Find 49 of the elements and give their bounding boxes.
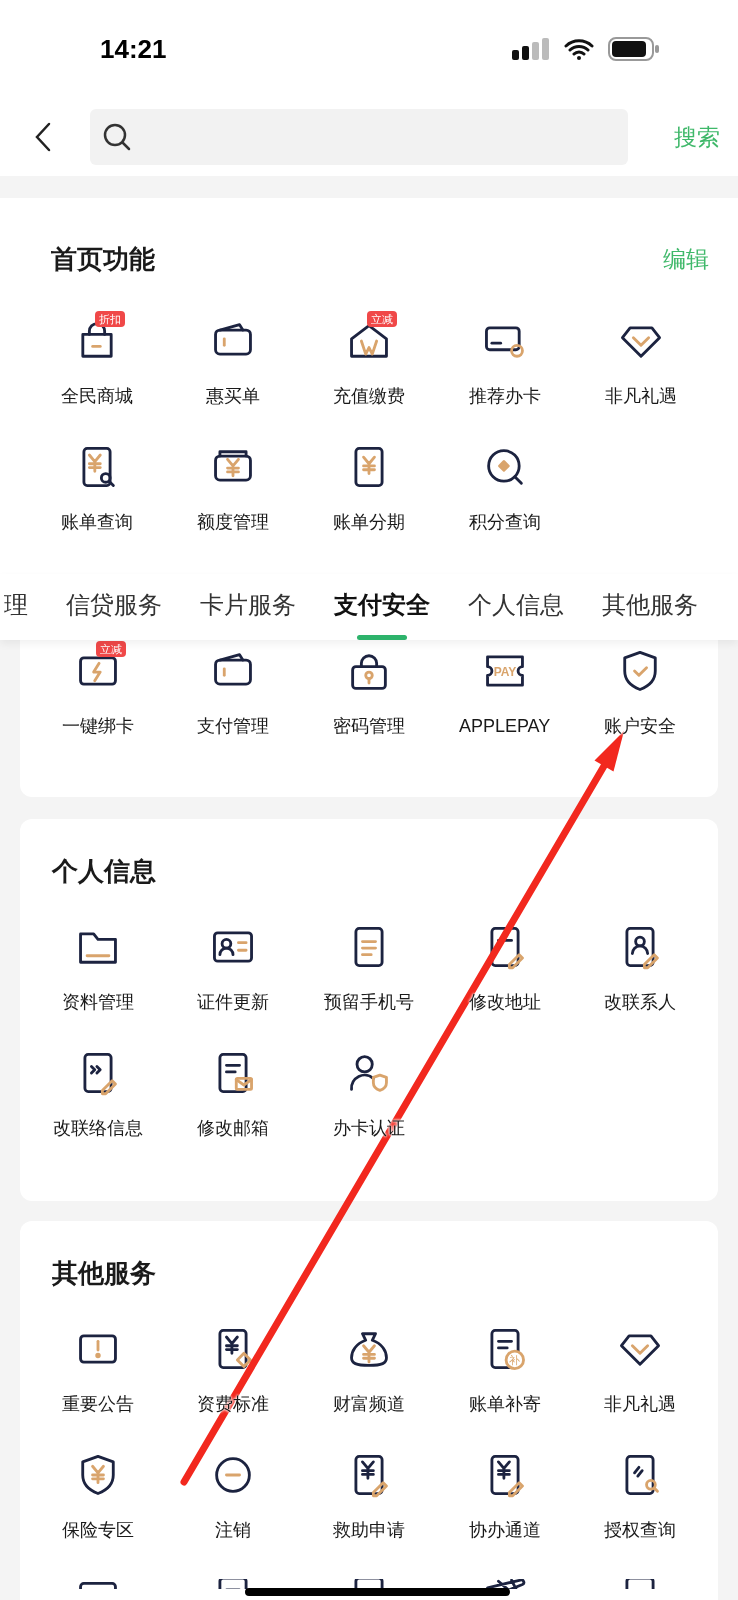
menu-item-label[interactable]: 改联系人: [604, 988, 677, 1015]
menu-item-label[interactable]: 非凡礼遇: [605, 382, 677, 409]
category-tab[interactable]: 其他服务: [602, 589, 698, 640]
battery-icon: [608, 37, 660, 61]
menu-item-label[interactable]: 账户安全: [604, 712, 677, 739]
menu-item-label[interactable]: 账单分期: [333, 508, 405, 535]
section-title: 个人信息: [51, 854, 157, 887]
menu-item-label[interactable]: 修改地址: [468, 988, 541, 1015]
signal-icon: [512, 38, 550, 60]
menu-item-label[interactable]: 救助申请: [333, 1516, 405, 1543]
menu-item-label[interactable]: 推荐办卡: [469, 382, 541, 409]
badge: 立减: [367, 310, 397, 327]
section-title: 其他服务: [51, 1256, 157, 1289]
menu-item-label[interactable]: 证件更新: [197, 988, 270, 1015]
menu-item-label[interactable]: 非凡礼遇: [604, 1390, 677, 1417]
status-time: 14:21: [100, 32, 167, 66]
menu-item-label[interactable]: 修改邮箱: [197, 1114, 270, 1141]
wifi-icon: [564, 38, 594, 60]
menu-item-label[interactable]: 账单查询: [61, 508, 133, 535]
menu-item-label[interactable]: 额度管理: [197, 508, 269, 535]
category-tab[interactable]: 个人信息: [468, 589, 564, 640]
menu-item-label[interactable]: 充值缴费: [333, 382, 405, 409]
menu-item-label[interactable]: 惠买单: [206, 382, 260, 409]
menu-item-label[interactable]: 协办通道: [468, 1516, 541, 1543]
category-tab[interactable]: 信贷服务: [66, 589, 162, 640]
menu-item-label[interactable]: 全民商城: [61, 382, 133, 409]
menu-item-label[interactable]: 支付管理: [197, 712, 270, 739]
menu-item-label[interactable]: 授权查询: [604, 1516, 677, 1543]
category-tab[interactable]: 卡片服务: [200, 589, 296, 640]
badge: 折扣: [95, 310, 125, 327]
category-tab[interactable]: 支付安全: [334, 589, 430, 640]
menu-item-label[interactable]: 注销: [215, 1516, 252, 1543]
badge: 立减: [95, 640, 126, 657]
menu-item-label[interactable]: 重要公告: [61, 1390, 134, 1417]
category-tab[interactable]: 理: [4, 589, 28, 640]
menu-item-label[interactable]: 一键绑卡: [61, 712, 134, 739]
menu-item-label[interactable]: 改联络信息: [52, 1114, 143, 1141]
menu-item-label[interactable]: APPLEPAY: [458, 712, 551, 739]
menu-item-label[interactable]: 积分查询: [469, 508, 541, 535]
menu-item-label[interactable]: 密码管理: [333, 712, 405, 739]
search-field[interactable]: [90, 109, 628, 165]
menu-item-label[interactable]: 财富频道: [333, 1390, 405, 1417]
menu-item-label[interactable]: 账单补寄: [468, 1390, 541, 1417]
section-title: 首页功能: [51, 243, 155, 276]
search-icon: [102, 122, 132, 152]
menu-item-label[interactable]: 预留手机号: [324, 988, 414, 1015]
menu-item-label[interactable]: 资料管理: [61, 988, 134, 1015]
back-icon[interactable]: [34, 122, 52, 152]
menu-item-label[interactable]: 保险专区: [61, 1516, 134, 1543]
